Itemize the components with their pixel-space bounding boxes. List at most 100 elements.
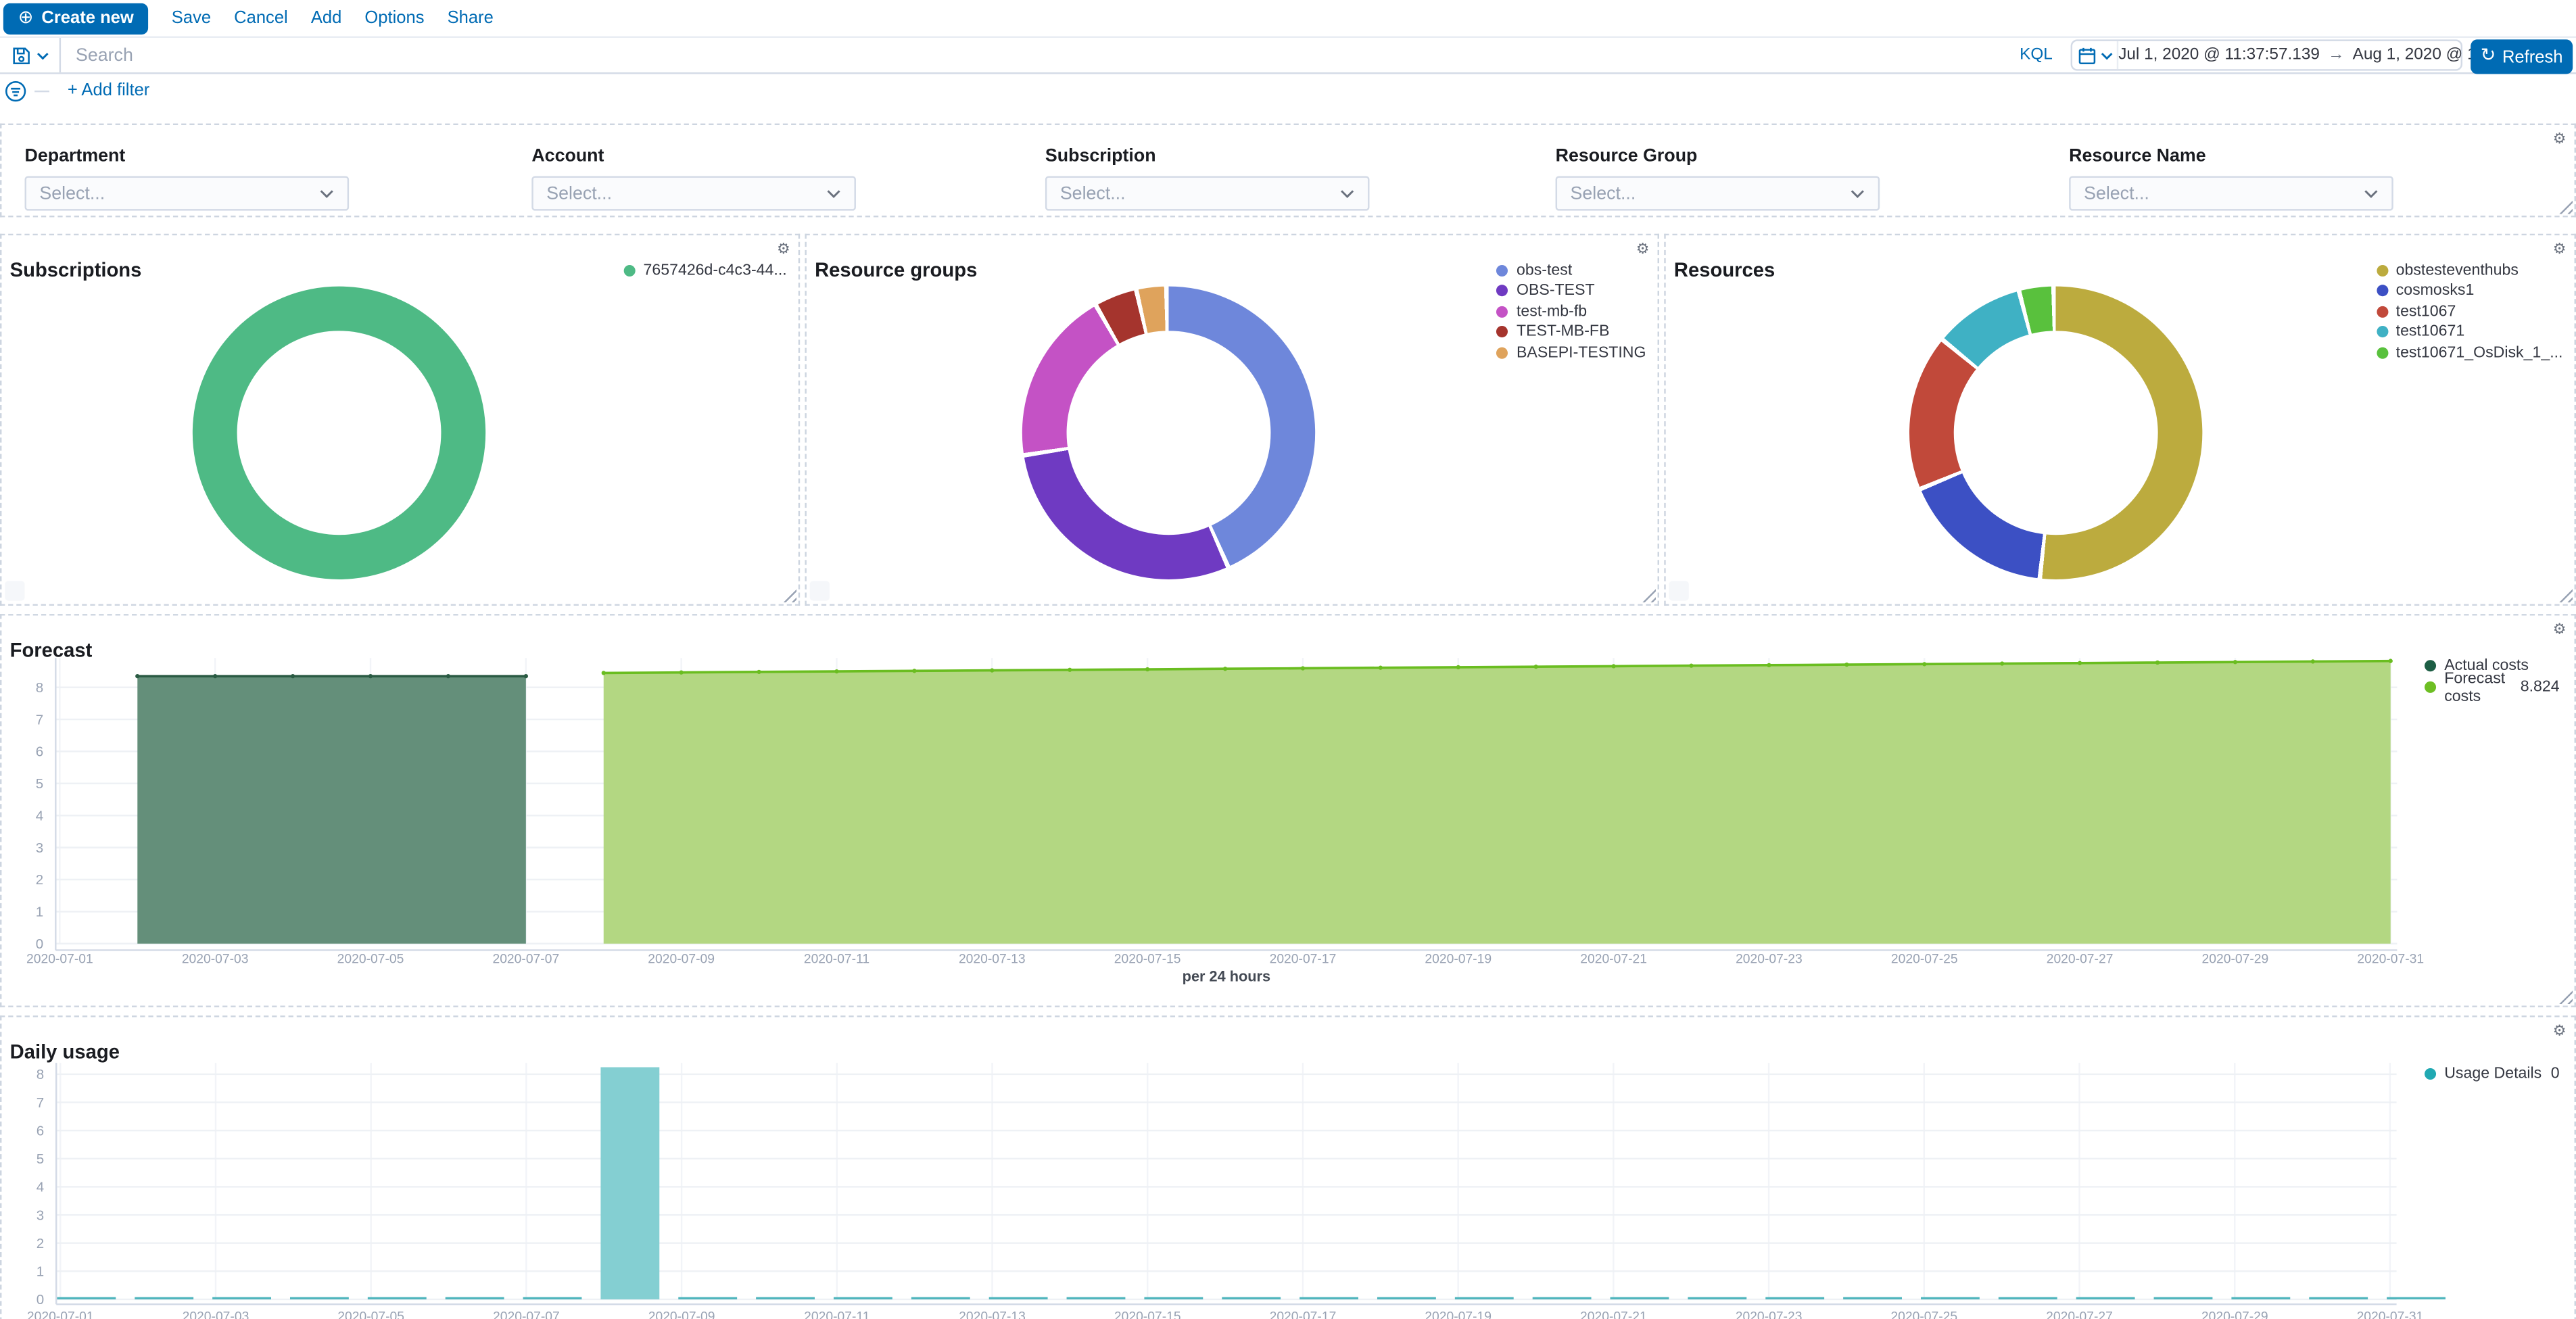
filter-circle-icon	[5, 80, 26, 101]
data-point	[446, 674, 450, 678]
legend-item[interactable]: Usage Details0	[2425, 1065, 2560, 1082]
legend-toggle-button[interactable]	[810, 581, 830, 600]
panel-title: Resource groups	[815, 258, 977, 281]
data-point	[524, 674, 528, 678]
resources-donut-chart[interactable]	[1909, 287, 2202, 579]
svg-text:2020-07-23: 2020-07-23	[1736, 953, 1803, 967]
legend-item[interactable]: test-mb-fb	[1497, 303, 1646, 320]
bar	[1533, 1297, 1592, 1299]
legend-item[interactable]: 7657426d-c4c3-44...	[623, 262, 786, 279]
legend-item[interactable]: obs-test	[1497, 262, 1646, 279]
data-point	[291, 674, 295, 678]
svg-text:2020-07-31: 2020-07-31	[2357, 953, 2424, 967]
data-point	[1145, 667, 1149, 671]
donut-hole	[1067, 331, 1271, 535]
data-point	[135, 674, 139, 678]
svg-text:2020-07-01: 2020-07-01	[26, 953, 93, 967]
account-select[interactable]: Select...	[531, 176, 856, 210]
gear-icon[interactable]: ⚙	[2550, 128, 2569, 148]
legend-dot-icon	[2425, 660, 2436, 671]
calendar-button[interactable]	[2072, 41, 2118, 69]
svg-text:2020-07-13: 2020-07-13	[959, 953, 1026, 967]
legend-item[interactable]: obstesteventhubs	[2376, 262, 2562, 279]
legend-dot-icon	[1497, 347, 1508, 358]
legend-item[interactable]: Forecast costs8.824	[2425, 679, 2560, 696]
data-point	[1611, 664, 1615, 668]
bar	[1455, 1297, 1514, 1299]
filter-options-button[interactable]	[5, 80, 26, 101]
resource-name-select[interactable]: Select...	[2069, 176, 2393, 210]
legend-dot-icon	[2376, 264, 2387, 276]
svg-text:2: 2	[36, 872, 43, 888]
data-point	[1534, 665, 1538, 669]
resource-group-select[interactable]: Select...	[1556, 176, 1880, 210]
bar	[834, 1297, 892, 1299]
legend-item[interactable]: TEST-MB-FB	[1497, 323, 1646, 341]
area-series	[137, 676, 526, 944]
chart-legend: Actual costsForecast costs8.824	[2425, 656, 2560, 696]
forecast-area-chart[interactable]: 2020-07-012020-07-032020-07-052020-07-07…	[1, 616, 2574, 1006]
svg-text:2020-07-17: 2020-07-17	[1270, 1310, 1337, 1319]
resource-groups-donut-chart[interactable]	[1022, 287, 1315, 579]
legend-item[interactable]: BASEPI-TESTING	[1497, 344, 1646, 362]
data-point	[679, 671, 684, 675]
gear-icon[interactable]: ⚙	[773, 239, 793, 258]
bar	[2309, 1297, 2368, 1299]
x-axis-ticks: 2020-07-012020-07-032020-07-052020-07-07…	[26, 953, 2424, 967]
cancel-button[interactable]: Cancel	[234, 8, 288, 28]
panel-resize-handle[interactable]	[1641, 587, 1656, 602]
filter-bar: + Add filter	[0, 74, 2576, 107]
legend-item[interactable]: cosmosks1	[2376, 283, 2562, 300]
legend-item[interactable]: test1067	[2376, 303, 2562, 320]
save-button[interactable]: Save	[172, 8, 211, 28]
panel-resize-handle[interactable]	[2558, 587, 2573, 602]
legend-toggle-button[interactable]	[5, 581, 24, 600]
legend-dot-icon	[1497, 327, 1508, 338]
kql-button[interactable]: KQL	[2003, 46, 2069, 64]
svg-text:2020-07-15: 2020-07-15	[1114, 1310, 1181, 1319]
gear-icon[interactable]: ⚙	[2550, 239, 2569, 258]
legend-item[interactable]: test10671	[2376, 323, 2562, 341]
legend-label: cosmosks1	[2396, 282, 2475, 300]
bar	[911, 1297, 970, 1299]
create-new-button[interactable]: ⊕ Create new	[3, 3, 149, 34]
chart-legend: obs-test OBS-TEST test-mb-fb TEST-MB-FB BASE…	[1497, 262, 1646, 361]
svg-text:2020-07-17: 2020-07-17	[1270, 953, 1337, 967]
panel-resource-groups: Resource groups ⚙ obs-test OBS-TEST test-m…	[805, 234, 1659, 606]
share-button[interactable]: Share	[448, 8, 494, 28]
legend-dot-icon	[2376, 327, 2387, 338]
add-button[interactable]: Add	[311, 8, 341, 28]
legend-item[interactable]: test10671_OsDisk_1_...	[2376, 344, 2562, 362]
svg-text:3: 3	[36, 840, 43, 856]
select-placeholder: Select...	[1557, 183, 1850, 203]
refresh-button[interactable]: ↻ Refresh	[2471, 39, 2573, 74]
saved-query-button[interactable]	[0, 38, 61, 72]
legend-toggle-button[interactable]	[1669, 581, 1689, 600]
search-input[interactable]	[61, 45, 2003, 65]
data-point	[1379, 666, 1383, 670]
date-range-start[interactable]: Jul 1, 2020 @ 11:37:57.139	[2118, 46, 2320, 64]
legend-item[interactable]: OBS-TEST	[1497, 283, 1646, 300]
department-select[interactable]: Select...	[25, 176, 350, 210]
control-department: Department Select...	[25, 147, 350, 211]
legend-label: test1067	[2396, 302, 2456, 320]
panel-resize-handle[interactable]	[2558, 199, 2573, 214]
add-filter-button[interactable]: + Add filter	[57, 79, 160, 102]
subscription-select[interactable]: Select...	[1045, 176, 1370, 210]
svg-text:2020-07-09: 2020-07-09	[648, 1310, 715, 1319]
bar	[756, 1297, 815, 1299]
options-button[interactable]: Options	[364, 8, 424, 28]
gear-icon[interactable]: ⚙	[1633, 239, 1652, 258]
panel-resize-handle[interactable]	[782, 587, 796, 602]
legend-dot-icon	[2376, 285, 2387, 297]
daily-usage-bar-chart[interactable]: 2020-07-012020-07-032020-07-052020-07-07…	[1, 1017, 2574, 1319]
bar	[2154, 1297, 2213, 1299]
bar	[1067, 1297, 1126, 1299]
chevron-down-icon	[826, 189, 841, 199]
svg-text:2020-07-27: 2020-07-27	[2046, 1310, 2113, 1319]
data-point	[912, 669, 916, 673]
control-label: Resource Name	[2069, 147, 2393, 166]
svg-text:2020-07-31: 2020-07-31	[2357, 1310, 2424, 1319]
subscriptions-donut-chart[interactable]	[193, 287, 485, 579]
svg-text:7: 7	[37, 1095, 44, 1111]
